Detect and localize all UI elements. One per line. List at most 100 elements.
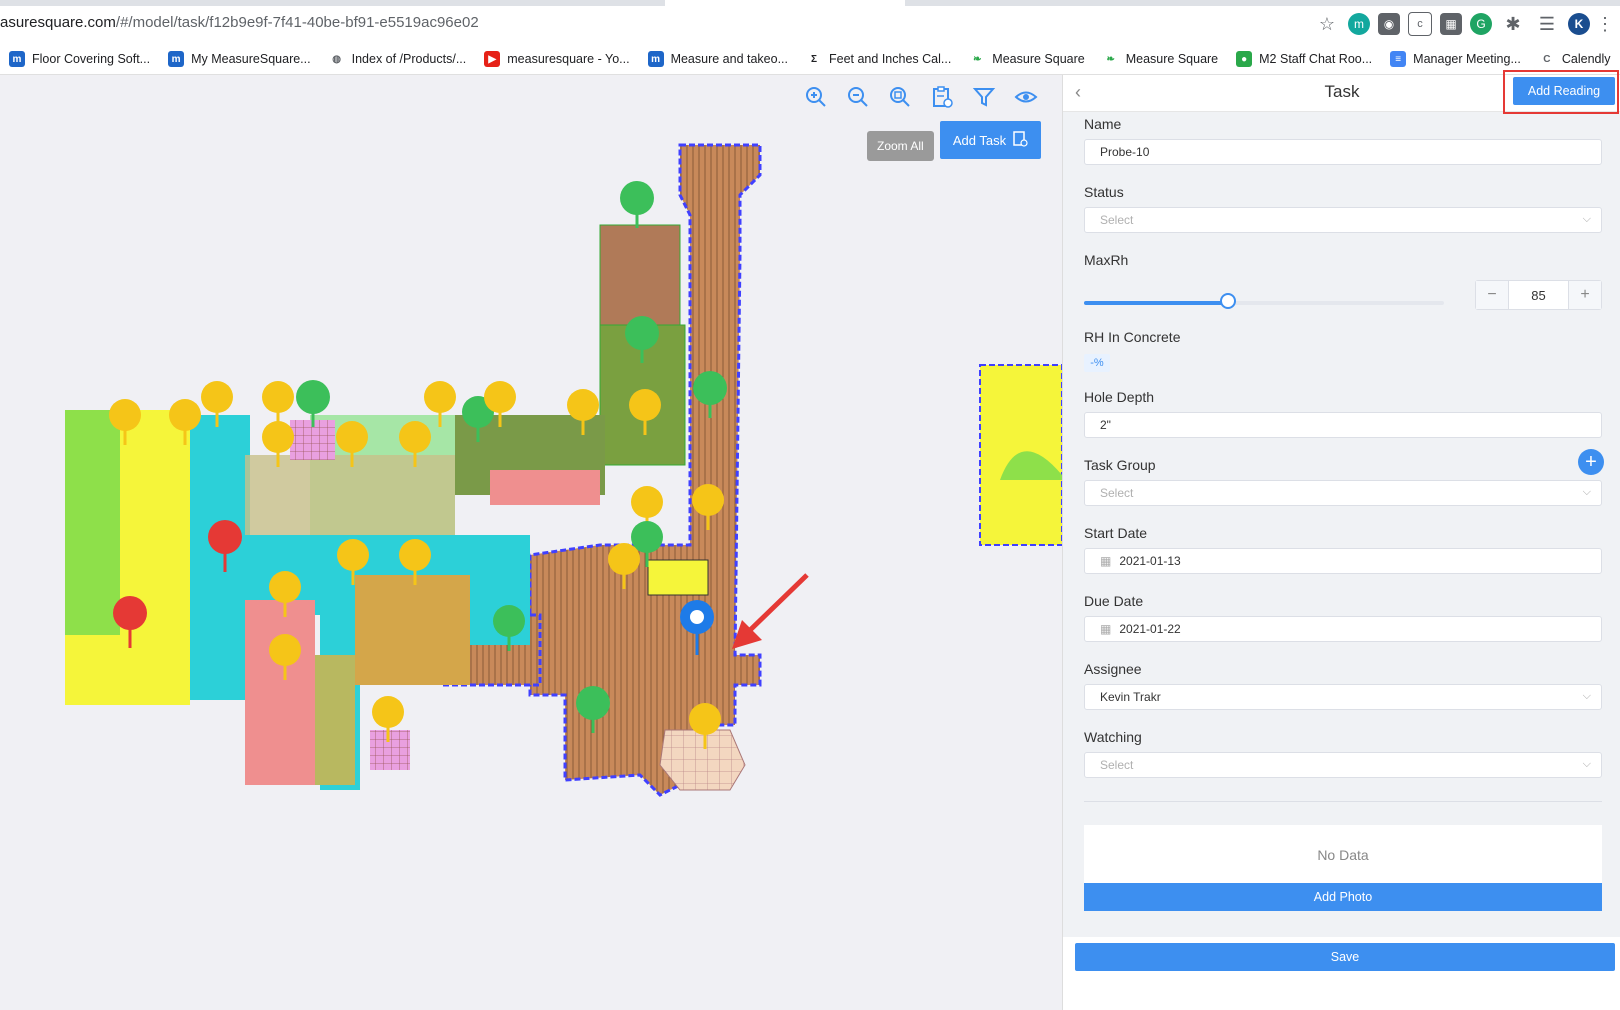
bookmark-item[interactable]: C Calendly [1530,51,1620,67]
calendar-icon: ▦ [1100,622,1112,636]
floor-plan-drawing[interactable] [0,75,1062,1010]
room-yellow-small [647,559,709,596]
marker-yellow[interactable] [262,381,294,427]
bookmark-label: Measure and takeo... [670,52,788,66]
puzzle-extensions-icon[interactable]: ✱ [1500,13,1526,35]
add-task-button[interactable]: Add Task [940,121,1041,159]
extension-c-icon[interactable]: c [1408,12,1432,36]
task-group-label: Task Group [1084,457,1156,473]
extension-eye-icon[interactable]: ◉ [1378,13,1400,35]
filter-icon[interactable] [968,81,1000,113]
bookmark-item[interactable]: Σ Feet and Inches Cal... [797,51,960,67]
bookmark-item[interactable]: m My MeasureSquare... [159,51,320,67]
room-green-left [65,410,120,635]
bookmark-label: Index of /Products/... [351,52,467,66]
tab-strip [0,0,1620,6]
due-date-value: 2021-01-22 [1119,622,1181,636]
name-label: Name [1084,116,1122,132]
profile-avatar[interactable]: K [1568,13,1590,35]
photos-empty-state: No Data [1084,825,1602,885]
chevron-down-icon: ⌵ [1582,690,1591,702]
bookmark-item[interactable]: ≡ Manager Meeting... [1381,51,1530,67]
maxrh-stepper: − 85 + [1475,280,1602,310]
bookmarks-bar: m Floor Covering Soft... m My MeasureSquare… [0,44,1620,75]
reading-list-icon[interactable]: ☰ [1534,13,1560,35]
bookmark-label: Measure Square [1125,52,1219,66]
task-panel: ‹ Task Add Reading Name Probe-10 Status … [1062,70,1620,1010]
add-reading-button[interactable]: Add Reading [1513,77,1615,105]
bookmark-label: Manager Meeting... [1413,52,1521,66]
assignee-select[interactable]: Kevin Trakr ⌵ [1084,684,1602,710]
status-select[interactable]: Select ⌵ [1084,207,1602,233]
bookmark-item[interactable]: ▶ measuresquare - Yo... [475,51,638,67]
watching-label: Watching [1084,729,1142,745]
url-field[interactable]: asuresquare.com/#/model/task/f12b9e9f-7f… [0,14,479,31]
url-host: asuresquare.com [0,14,116,31]
active-tab[interactable] [665,0,905,6]
marker-green[interactable] [620,181,654,228]
name-value: Probe-10 [1100,145,1150,159]
measuresquare-icon: m [9,51,25,67]
bookmark-item[interactable]: ❧ Measure Square [960,51,1093,67]
clipboard-add-icon[interactable] [926,81,958,113]
zoom-all-icon[interactable] [884,81,916,113]
tile-area-pink-2 [370,730,410,770]
name-field[interactable]: Probe-10 [1084,139,1602,165]
floor-plan-canvas[interactable]: Zoom All Add Task [0,75,1062,1010]
tile-area-entry [659,729,746,791]
bookmark-label: Feet and Inches Cal... [829,52,952,66]
calendar-icon: ▦ [1100,554,1112,568]
bookmark-item[interactable]: m Measure and takeo... [639,51,797,67]
room-olive-lower [315,655,355,785]
docs-icon: ≡ [1390,51,1407,67]
status-placeholder: Select [1100,213,1134,227]
bookmark-item[interactable]: ● M2 Staff Chat Roo... [1227,51,1381,67]
maxrh-label: MaxRh [1084,252,1129,268]
task-group-select[interactable]: Select ⌵ [1084,480,1602,506]
due-date-label: Due Date [1084,593,1144,609]
bookmark-label: M2 Staff Chat Roo... [1259,52,1373,66]
due-date-field[interactable]: ▦ 2021-01-22 [1084,616,1602,642]
bookmark-item[interactable]: m Floor Covering Soft... [0,51,159,67]
browser-menu-icon[interactable]: ⋮ [1596,13,1614,35]
increment-button[interactable]: + [1569,281,1601,309]
watching-placeholder: Select [1100,758,1134,772]
zoom-all-tooltip: Zoom All [867,131,934,161]
maxrh-slider-fill [1084,301,1228,305]
bookmark-label: Floor Covering Soft... [32,52,151,66]
save-button[interactable]: Save [1075,943,1615,971]
bookmark-label: measuresquare - Yo... [507,52,630,66]
hole-depth-label: Hole Depth [1084,389,1155,405]
assignee-label: Assignee [1084,661,1142,677]
maxrh-slider[interactable] [1084,293,1444,309]
youtube-icon: ▶ [484,51,501,67]
maxrh-slider-handle[interactable] [1220,293,1236,309]
hole-depth-value: 2" [1100,418,1111,432]
add-task-label: Add Task [952,132,1007,148]
maxrh-value[interactable]: 85 [1508,281,1569,309]
room-pink-band [490,470,600,505]
extension-m-icon[interactable]: m [1348,13,1370,35]
add-photo-button[interactable]: Add Photo [1084,883,1602,911]
leaf-icon: ❧ [1106,53,1115,65]
rh-value-tag: -% [1084,354,1110,372]
grammarly-icon[interactable]: G [1470,13,1492,35]
bookmark-item[interactable]: ❧ Measure Square [1094,51,1227,67]
eye-icon[interactable] [1010,81,1042,113]
task-group-placeholder: Select [1100,486,1134,500]
bookmark-item[interactable]: ◍ Index of /Products/... [320,51,476,67]
decrement-button[interactable]: − [1476,281,1508,309]
start-date-field[interactable]: ▦ 2021-01-13 [1084,548,1602,574]
hole-depth-field[interactable]: 2" [1084,412,1602,438]
zoom-in-icon[interactable] [800,81,832,113]
canvas-toolbar [800,81,1042,113]
calendly-icon: C [1543,53,1551,65]
add-task-group-button[interactable]: + [1578,449,1604,475]
red-arrow-annotation [732,573,809,649]
extension-grid-icon[interactable]: ▦ [1440,13,1462,35]
bookmark-star-icon[interactable]: ☆ [1314,13,1340,35]
bookmark-label: My MeasureSquare... [191,52,311,66]
zoom-out-icon[interactable] [842,81,874,113]
watching-select[interactable]: Select ⌵ [1084,752,1602,778]
status-label: Status [1084,184,1124,200]
